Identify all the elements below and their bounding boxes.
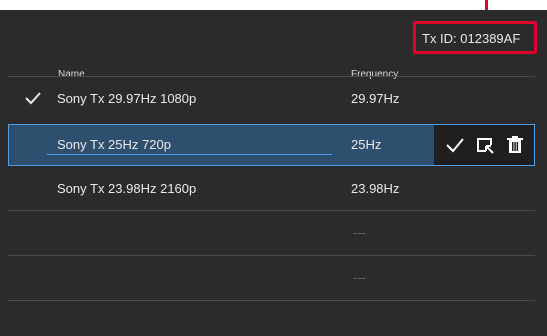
name-edit-underline xyxy=(47,154,332,155)
row-frequency: 23.98Hz xyxy=(351,181,400,196)
select-icon[interactable] xyxy=(474,134,496,156)
txid-highlight-box: Tx ID: 012389AF xyxy=(413,21,537,54)
table-row[interactable]: Sony Tx 29.97Hz 1080p 29.97Hz xyxy=(8,77,535,122)
table-row[interactable]: Sony Tx 23.98Hz 2160p 23.98Hz xyxy=(8,167,535,212)
row-frequency: --- xyxy=(353,225,366,240)
row-frequency: --- xyxy=(353,270,366,285)
row-name: Sony Tx 29.97Hz 1080p xyxy=(57,91,197,106)
trash-icon[interactable] xyxy=(504,134,526,156)
confirm-icon[interactable] xyxy=(444,134,466,156)
row-frequency: 29.97Hz xyxy=(351,91,400,106)
row-name[interactable]: Sony Tx 25Hz 720p xyxy=(57,137,171,152)
row-name: Sony Tx 23.98Hz 2160p xyxy=(57,181,197,196)
tx-list-panel: Tx ID: 012389AF Name Frequency Sony Tx 2… xyxy=(0,10,547,336)
divider xyxy=(8,300,535,301)
row-frequency: 25Hz xyxy=(351,137,382,152)
table-row-empty[interactable]: --- xyxy=(8,211,535,256)
txid-label: Tx ID: 012389AF xyxy=(422,31,521,46)
table-row-empty[interactable]: --- xyxy=(8,256,535,301)
check-icon xyxy=(24,89,42,107)
row-actions xyxy=(434,125,534,165)
table-row-selected[interactable]: Sony Tx 25Hz 720p 25Hz xyxy=(8,124,535,166)
